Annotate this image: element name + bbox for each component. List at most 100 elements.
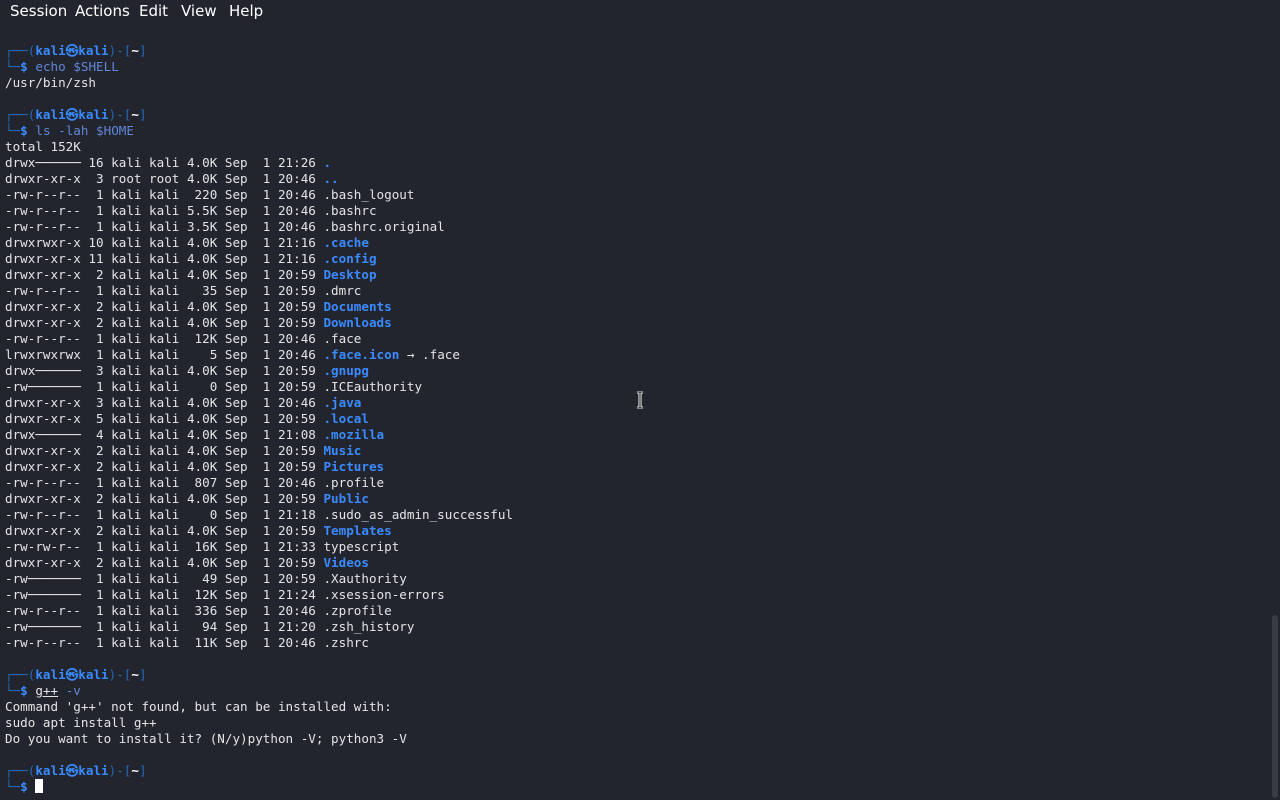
file-meta: drwxr-xr-x 11 kali kali 4.0K Sep 1 21:16	[5, 251, 324, 266]
prompt-host: kali	[78, 667, 109, 682]
file-meta: drwx────── 3 kali kali 4.0K Sep 1 20:59	[5, 363, 324, 378]
listing-row: drwx────── 3 kali kali 4.0K Sep 1 20:59 …	[5, 363, 1265, 379]
listing-row: drwxr-xr-x 11 kali kali 4.0K Sep 1 21:16…	[5, 251, 1265, 267]
terminal-scrollbar[interactable]	[1272, 615, 1278, 798]
file-name: .bash_logout	[323, 187, 415, 202]
file-meta: drwxr-xr-x 3 kali kali 4.0K Sep 1 20:46	[5, 395, 324, 410]
listing-row: -rw-r--r-- 1 kali kali 3.5K Sep 1 20:46 …	[5, 219, 1265, 235]
file-name: Documents	[323, 299, 392, 314]
prompt-frame: ]	[138, 43, 147, 58]
prompt-frame: ┌──(	[5, 763, 36, 778]
output-text: sudo apt install g++	[5, 715, 157, 730]
menu-session[interactable]: Session	[10, 1, 67, 21]
file-meta: drwxr-xr-x 2 kali kali 4.0K Sep 1 20:59	[5, 491, 324, 506]
text-cursor-icon	[637, 391, 643, 409]
prompt-symbol: $	[20, 59, 28, 74]
prompt-symbol: $	[20, 123, 28, 138]
file-name: Music	[323, 443, 362, 458]
file-name: .bashrc	[323, 203, 377, 218]
listing-row: -rw-r--r-- 1 kali kali 220 Sep 1 20:46 .…	[5, 187, 1265, 203]
file-name: .bashrc.original	[323, 219, 445, 234]
prompt-user: kali	[35, 43, 66, 58]
file-meta: -rw-r--r-- 1 kali kali 0 Sep 1 21:18	[5, 507, 324, 522]
file-meta: -rw─────── 1 kali kali 12K Sep 1 21:24	[5, 587, 324, 602]
prompt-symbol: $	[20, 779, 28, 794]
listing-row: drwxrwxr-x 10 kali kali 4.0K Sep 1 21:16…	[5, 235, 1265, 251]
menu-view[interactable]: View	[181, 1, 217, 21]
prompt-command-line: └─$	[5, 779, 1265, 795]
file-meta: drwxr-xr-x 2 kali kali 4.0K Sep 1 20:59	[5, 315, 324, 330]
prompt-top-line: ┌──(kali㉿kali)-[~]	[5, 763, 1265, 779]
output-line: sudo apt install g++	[5, 715, 1265, 731]
file-name: .sudo_as_admin_successful	[323, 507, 514, 522]
prompt-at-symbol: ㉿	[65, 763, 79, 778]
file-name: .mozilla	[323, 427, 385, 442]
listing-row: drwxr-xr-x 2 kali kali 4.0K Sep 1 20:59 …	[5, 315, 1265, 331]
file-name: .dmrc	[323, 283, 362, 298]
listing-row: -rw─────── 1 kali kali 12K Sep 1 21:24 .…	[5, 587, 1265, 603]
listing-row: drwxr-xr-x 2 kali kali 4.0K Sep 1 20:59 …	[5, 299, 1265, 315]
menu-help[interactable]: Help	[229, 1, 263, 21]
file-name: .face	[323, 331, 362, 346]
output-line: /usr/bin/zsh	[5, 75, 1265, 91]
file-meta: -rw-r--r-- 1 kali kali 3.5K Sep 1 20:46	[5, 219, 324, 234]
file-name: typescript	[323, 539, 400, 554]
file-meta: -rw-r--r-- 1 kali kali 5.5K Sep 1 20:46	[5, 203, 324, 218]
prompt-at-symbol: ㉿	[65, 667, 79, 682]
file-name: .cache	[323, 235, 369, 250]
file-name: Public	[323, 491, 369, 506]
listing-row: drwxr-xr-x 2 kali kali 4.0K Sep 1 20:59 …	[5, 555, 1265, 571]
file-name: .profile	[323, 475, 385, 490]
menu-edit[interactable]: Edit	[139, 1, 168, 21]
file-meta: -rw─────── 1 kali kali 49 Sep 1 20:59	[5, 571, 324, 586]
file-meta: -rw-rw-r-- 1 kali kali 16K Sep 1 21:33	[5, 539, 324, 554]
prompt-command-line: └─$ ls -lah $HOME	[5, 123, 1265, 139]
file-meta: -rw-r--r-- 1 kali kali 807 Sep 1 20:46	[5, 475, 324, 490]
file-name: .zsh_history	[323, 619, 415, 634]
prompt-frame: )-[	[108, 43, 132, 58]
file-name: Downloads	[323, 315, 392, 330]
listing-row: -rw-r--r-- 1 kali kali 0 Sep 1 21:18 .su…	[5, 507, 1265, 523]
file-name: Pictures	[323, 459, 385, 474]
file-meta: -rw-r--r-- 1 kali kali 336 Sep 1 20:46	[5, 603, 324, 618]
prompt-at-symbol: ㉿	[65, 107, 79, 122]
command-name: echo	[35, 59, 66, 74]
prompt-user: kali	[35, 107, 66, 122]
file-name: Videos	[323, 555, 369, 570]
listing-row: drwxr-xr-x 3 root root 4.0K Sep 1 20:46 …	[5, 171, 1265, 187]
terminal-output[interactable]: ┌──(kali㉿kali)-[~] └─$ echo $SHELL/usr/bi…	[5, 43, 1265, 795]
prompt-host: kali	[78, 43, 109, 58]
prompt-frame: └─	[5, 123, 21, 138]
file-meta: drwxr-xr-x 2 kali kali 4.0K Sep 1 20:59	[5, 299, 324, 314]
file-name: Desktop	[323, 267, 377, 282]
listing-row: drwx────── 16 kali kali 4.0K Sep 1 21:26…	[5, 155, 1265, 171]
menu-actions[interactable]: Actions	[75, 1, 130, 21]
prompt-at-symbol: ㉿	[65, 43, 79, 58]
file-meta: drwxr-xr-x 2 kali kali 4.0K Sep 1 20:59	[5, 523, 324, 538]
file-meta: lrwxrwxrwx 1 kali kali 5 Sep 1 20:46	[5, 347, 324, 362]
output-text: total 152K	[5, 139, 81, 154]
command-args: -lah $HOME	[50, 123, 134, 138]
prompt-top-line: ┌──(kali㉿kali)-[~]	[5, 667, 1265, 683]
output-line: total 152K	[5, 139, 1265, 155]
listing-row: -rw-r--r-- 1 kali kali 11K Sep 1 20:46 .…	[5, 635, 1265, 651]
command-name: ls	[35, 123, 51, 138]
listing-row: -rw-r--r-- 1 kali kali 807 Sep 1 20:46 .…	[5, 475, 1265, 491]
prompt-frame: └─	[5, 779, 21, 794]
listing-row: -rw-r--r-- 1 kali kali 12K Sep 1 20:46 .…	[5, 331, 1265, 347]
file-meta: -rw─────── 1 kali kali 0 Sep 1 20:59	[5, 379, 324, 394]
listing-row: -rw-r--r-- 1 kali kali 336 Sep 1 20:46 .…	[5, 603, 1265, 619]
prompt-path: ~	[131, 43, 139, 58]
prompt-top-line: ┌──(kali㉿kali)-[~]	[5, 107, 1265, 123]
prompt-user: kali	[35, 763, 66, 778]
prompt-frame: ]	[138, 667, 147, 682]
file-name: .ICEauthority	[323, 379, 423, 394]
prompt-frame: └─	[5, 59, 21, 74]
prompt-frame: )-[	[108, 667, 132, 682]
file-name: ..	[323, 171, 339, 186]
listing-row: -rw─────── 1 kali kali 94 Sep 1 21:20 .z…	[5, 619, 1265, 635]
prompt-host: kali	[78, 107, 109, 122]
